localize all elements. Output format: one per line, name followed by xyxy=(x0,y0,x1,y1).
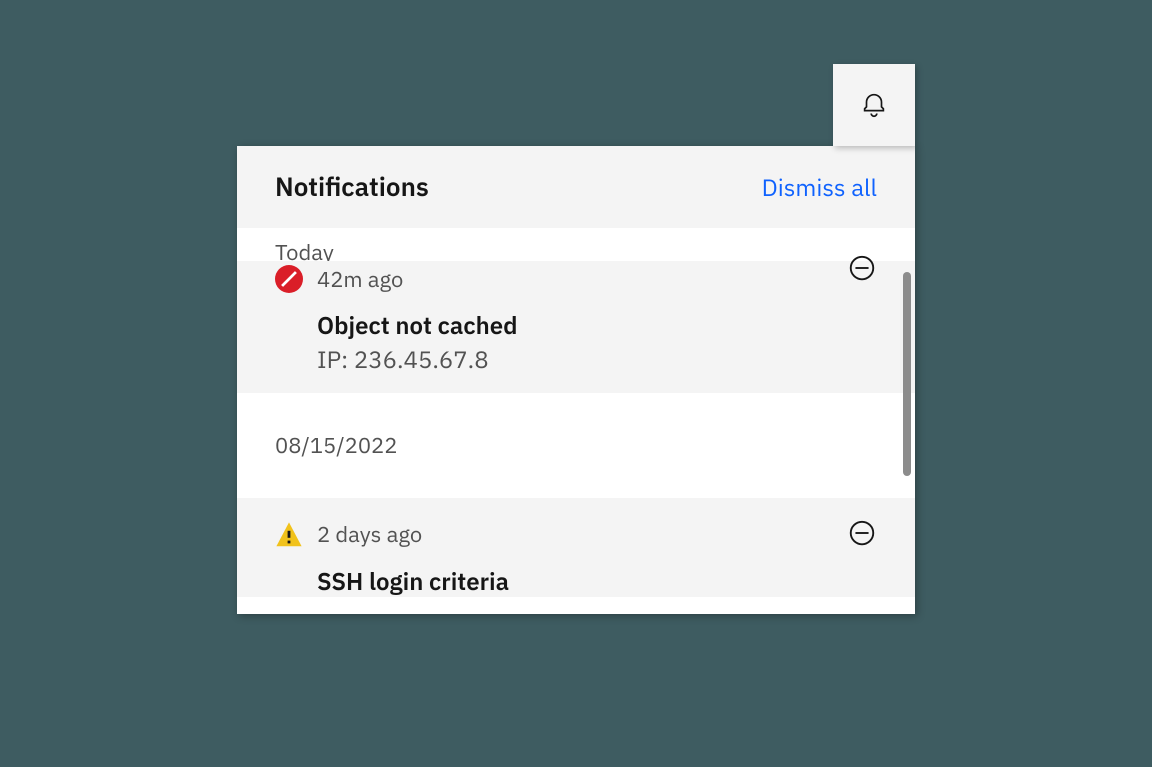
notifications-header: Notifications Dismiss all xyxy=(237,146,915,228)
notifications-title: Notifications xyxy=(275,170,429,204)
notification-item[interactable]: 2 days ago SSH login criteria xyxy=(237,498,915,597)
dismiss-notification-button[interactable] xyxy=(847,253,877,283)
notification-title: Object not cached xyxy=(317,309,877,341)
dismiss-notification-button[interactable] xyxy=(847,518,877,548)
notification-subtitle: IP: 236.45.67.8 xyxy=(317,343,877,375)
notification-item[interactable]: 42m ago Object not cached IP: 236.45.67.… xyxy=(237,261,915,393)
bell-icon xyxy=(859,90,889,120)
error-icon xyxy=(275,265,303,293)
notification-time: 42m ago xyxy=(317,265,403,294)
notification-title: SSH login criteria xyxy=(317,565,877,597)
notifications-panel: Notifications Dismiss all Today 42m ago … xyxy=(237,146,915,614)
divider xyxy=(237,393,915,415)
notifications-bell-button[interactable] xyxy=(833,64,915,146)
divider xyxy=(237,476,915,498)
scrollbar-thumb[interactable] xyxy=(903,272,911,476)
section-label-date: 08/15/2022 xyxy=(237,415,915,476)
warning-icon xyxy=(275,521,303,549)
subtract-icon xyxy=(847,518,877,548)
subtract-icon xyxy=(847,253,877,283)
notification-time: 2 days ago xyxy=(317,520,422,549)
dismiss-all-button[interactable]: Dismiss all xyxy=(762,171,877,203)
